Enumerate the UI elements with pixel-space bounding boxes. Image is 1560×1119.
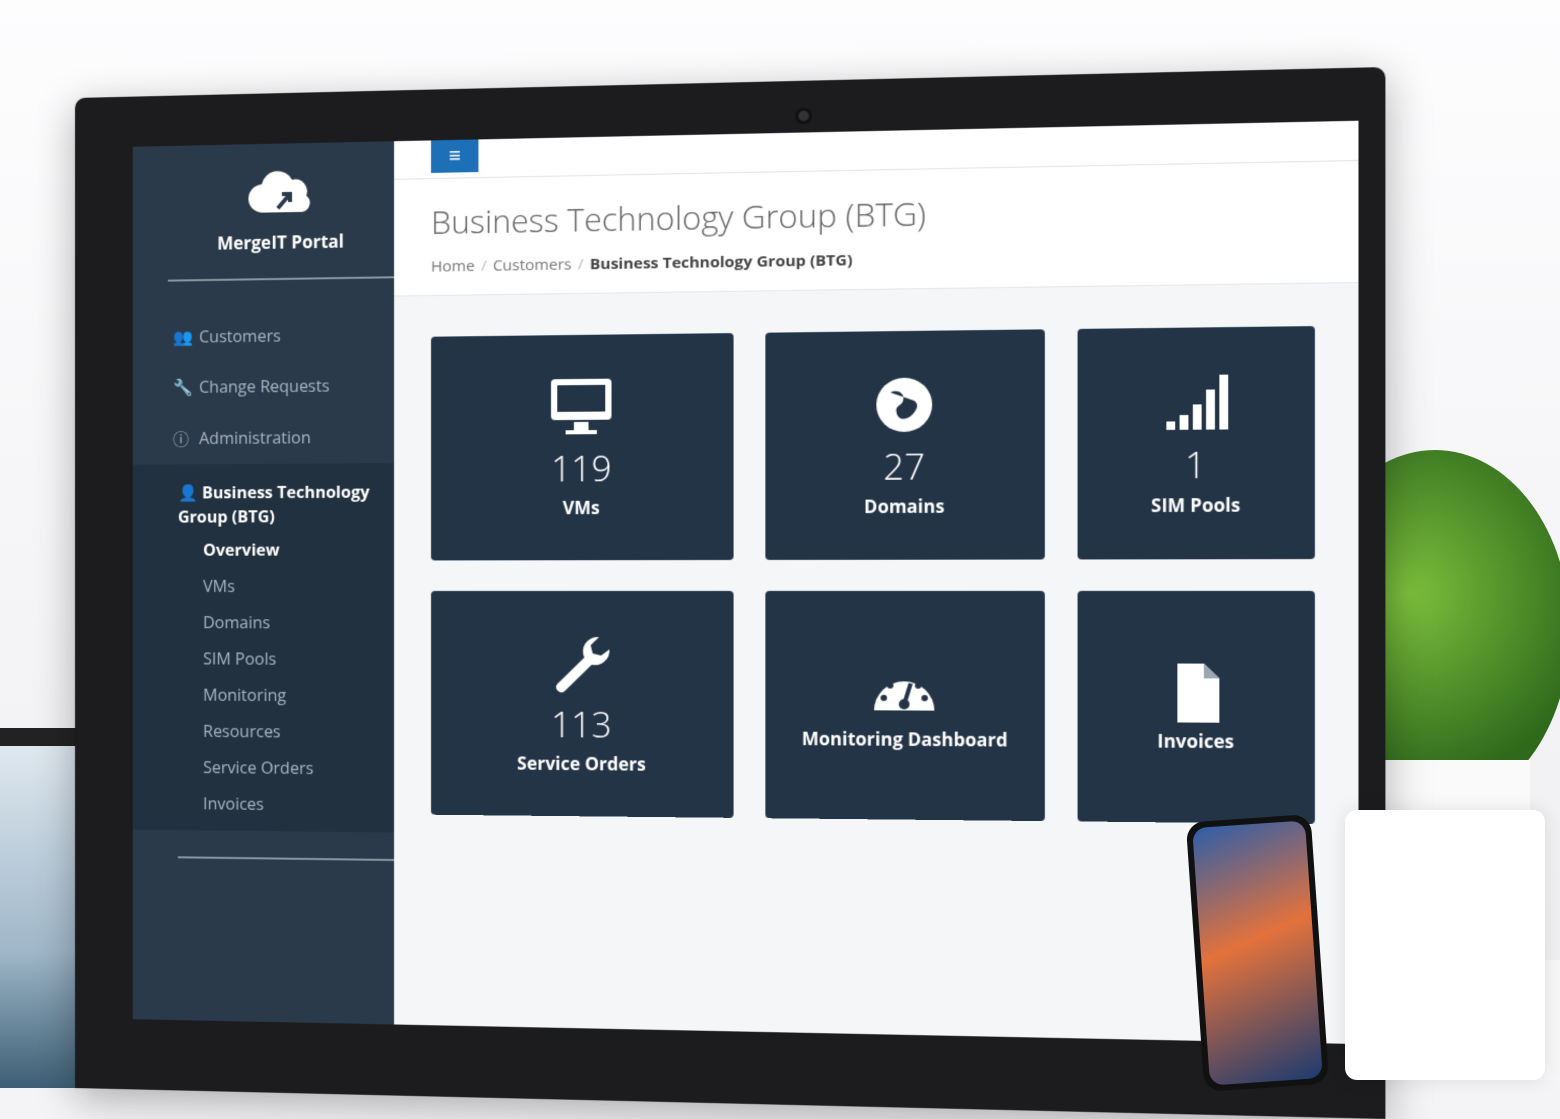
sidebar-item-label: Administration <box>199 426 311 449</box>
sidebar-subitem-monitoring[interactable]: Monitoring <box>178 673 394 710</box>
info-icon: ⓘ <box>173 426 189 450</box>
wrench-icon: 🔧 <box>173 376 189 398</box>
signal-icon <box>1159 370 1232 434</box>
tile-count: 113 <box>551 700 612 747</box>
sidebar-subitem-service-orders[interactable]: Service Orders <box>178 746 394 784</box>
users-icon: 👥 <box>173 326 189 348</box>
tile-label: VMs <box>563 495 600 519</box>
cloud-logo-icon <box>245 167 316 219</box>
tile-count: 119 <box>551 444 612 491</box>
file-icon <box>1159 661 1232 725</box>
breadcrumb-separator: / <box>481 255 487 275</box>
menu-toggle-button[interactable]: ≡ <box>431 139 478 173</box>
tile-label: Invoices <box>1157 728 1234 753</box>
tile-domains[interactable]: 27 Domains <box>765 329 1044 560</box>
tile-sim-pools[interactable]: 1 SIM Pools <box>1078 326 1315 559</box>
sidebar-item-administration[interactable]: ⓘ Administration <box>133 410 394 464</box>
tile-label: Monitoring Dashboard <box>802 726 1008 751</box>
tile-label: Domains <box>864 494 944 518</box>
sidebar-subitem-sim-pools[interactable]: SIM Pools <box>178 637 394 674</box>
customer-group-title[interactable]: 👤 Business Technology Group (BTG) <box>178 479 394 528</box>
phone-screen <box>1192 820 1323 1085</box>
dashboard-icon <box>869 660 940 723</box>
webcam-icon <box>795 107 812 124</box>
breadcrumb-customers[interactable]: Customers <box>493 254 572 276</box>
sidebar-nav: 👥 Customers 🔧 Change Requests ⓘ Administrat… <box>133 278 394 861</box>
tile-count: 1 <box>1185 440 1206 489</box>
tile-monitoring-dashboard[interactable]: Monitoring Dashboard <box>765 591 1044 821</box>
breadcrumb: Home / Customers / Business Technology Group… <box>431 242 1318 276</box>
smartphone <box>1186 814 1330 1092</box>
sidebar-item-customers[interactable]: 👥 Customers <box>133 309 394 363</box>
sidebar-subitem-resources[interactable]: Resources <box>178 710 394 748</box>
sidebar-subitem-invoices[interactable]: Invoices <box>178 782 394 820</box>
sidebar-subitem-overview[interactable]: Overview <box>178 528 394 565</box>
wrench-icon <box>547 632 616 694</box>
tile-invoices[interactable]: Invoices <box>1078 591 1315 824</box>
tile-label: SIM Pools <box>1151 492 1240 517</box>
breadcrumb-home[interactable]: Home <box>431 256 475 277</box>
dashboard-tiles: 119 VMs 27 Domains 1 SIM Pools 113 Servi… <box>394 283 1358 867</box>
sidebar-item-label: Change Requests <box>199 374 329 397</box>
sidebar-item-label: Customers <box>199 324 281 347</box>
sidebar: MergeIT Portal 👥 Customers 🔧 Change Reques… <box>133 141 394 1024</box>
monitor-icon <box>547 376 616 438</box>
user-icon: 👤 <box>178 481 202 503</box>
tile-vms[interactable]: 119 VMs <box>431 333 734 560</box>
breadcrumb-separator: / <box>578 254 584 275</box>
breadcrumb-current: Business Technology Group (BTG) <box>590 250 853 275</box>
customer-group: 👤 Business Technology Group (BTG) Overvi… <box>133 463 394 833</box>
coffee-cup <box>1345 810 1545 1080</box>
divider <box>178 856 394 861</box>
brand[interactable]: MergeIT Portal <box>168 141 394 281</box>
page-title: Business Technology Group (BTG) <box>431 185 1318 244</box>
sidebar-item-change-requests[interactable]: 🔧 Change Requests <box>133 359 394 412</box>
sidebar-subitem-vms[interactable]: VMs <box>178 565 394 602</box>
screen: MergeIT Portal 👥 Customers 🔧 Change Reques… <box>133 121 1359 1044</box>
globe-icon <box>869 373 940 436</box>
tile-count: 27 <box>883 442 925 490</box>
brand-name: MergeIT Portal <box>217 229 344 254</box>
page-header: Business Technology Group (BTG) Home / Cus… <box>394 161 1358 297</box>
sidebar-subitem-domains[interactable]: Domains <box>178 601 394 638</box>
tile-service-orders[interactable]: 113 Service Orders <box>431 591 734 818</box>
tile-label: Service Orders <box>517 751 646 776</box>
monitor: MergeIT Portal 👥 Customers 🔧 Change Reques… <box>75 67 1385 1119</box>
